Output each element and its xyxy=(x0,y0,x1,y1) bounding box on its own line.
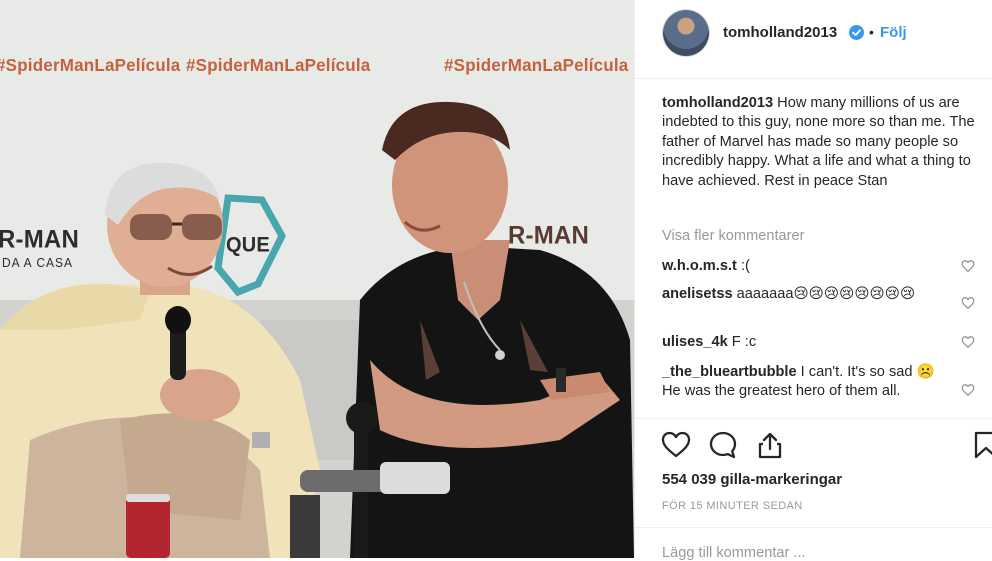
banner-logo-left: R-MAN xyxy=(0,225,79,254)
post-photo[interactable]: #SpiderManLaPelícula #SpiderManLaPelícul… xyxy=(0,0,634,558)
banner-logo-right: R-MAN xyxy=(508,221,589,250)
post-caption: tomholland2013 How many millions of us a… xyxy=(662,94,980,191)
comment-like-heart-icon[interactable] xyxy=(961,259,975,273)
comment-username[interactable]: anelisetss xyxy=(662,286,733,302)
header-separator: • xyxy=(869,24,874,40)
verified-badge-icon xyxy=(849,25,864,40)
comment-text: :( xyxy=(740,258,750,274)
like-heart-icon[interactable] xyxy=(661,430,691,460)
follow-button[interactable]: Följ xyxy=(880,24,907,41)
banner-logo-left-sub: DA A CASA xyxy=(2,255,74,271)
actions-divider xyxy=(635,418,992,419)
bookmark-icon[interactable] xyxy=(971,430,992,460)
comment-text: aaaaaaa😢😢😢😢😢😢😢😢 xyxy=(736,286,916,302)
comment-like-heart-icon[interactable] xyxy=(961,296,975,310)
comment-like-heart-icon[interactable] xyxy=(961,383,975,397)
post-header: tomholland2013 • Följ xyxy=(635,0,992,79)
view-more-comments-link[interactable]: Visa fler kommentarer xyxy=(662,228,804,244)
add-comment-input[interactable]: Lägg till kommentar ... xyxy=(662,545,806,561)
add-comment-divider xyxy=(635,527,992,528)
comment-item: ulises_4k F :c xyxy=(662,333,947,352)
banner-hashtag-2: #SpiderManLaPelícula xyxy=(186,55,371,76)
comment-bubble-icon[interactable] xyxy=(708,430,738,460)
comment-username[interactable]: w.h.o.m.s.t xyxy=(662,258,737,274)
post-sidebar: tomholland2013 • Följ tomholland2013 How… xyxy=(634,0,992,561)
comment-username[interactable]: ulises_4k xyxy=(662,334,728,350)
comment-text: F :c xyxy=(731,334,757,350)
comment-username[interactable]: _the_blueartbubble xyxy=(662,364,797,380)
photo-illustration xyxy=(0,0,634,558)
banner-hashtag-3: #SpiderManLaPelícula xyxy=(444,55,629,76)
comment-item: w.h.o.m.s.t :( xyxy=(662,257,947,276)
soda-can xyxy=(126,494,170,558)
caption-username[interactable]: tomholland2013 xyxy=(662,95,773,111)
comment-item: _the_blueartbubble I can't. It's so sad … xyxy=(662,363,947,402)
banner-logo-center: QUE xyxy=(226,233,270,257)
likes-count[interactable]: 554 039 gilla-markeringar xyxy=(662,471,842,488)
avatar[interactable] xyxy=(663,10,709,56)
header-username[interactable]: tomholland2013 xyxy=(723,24,837,41)
comment-like-heart-icon[interactable] xyxy=(961,335,975,349)
banner-hashtag-1: #SpiderManLaPelícula xyxy=(0,55,181,76)
comment-item: anelisetss aaaaaaa😢😢😢😢😢😢😢😢 xyxy=(662,285,947,304)
post-timestamp: FÖR 15 MINUTER SEDAN xyxy=(662,500,803,512)
share-icon[interactable] xyxy=(755,430,785,460)
